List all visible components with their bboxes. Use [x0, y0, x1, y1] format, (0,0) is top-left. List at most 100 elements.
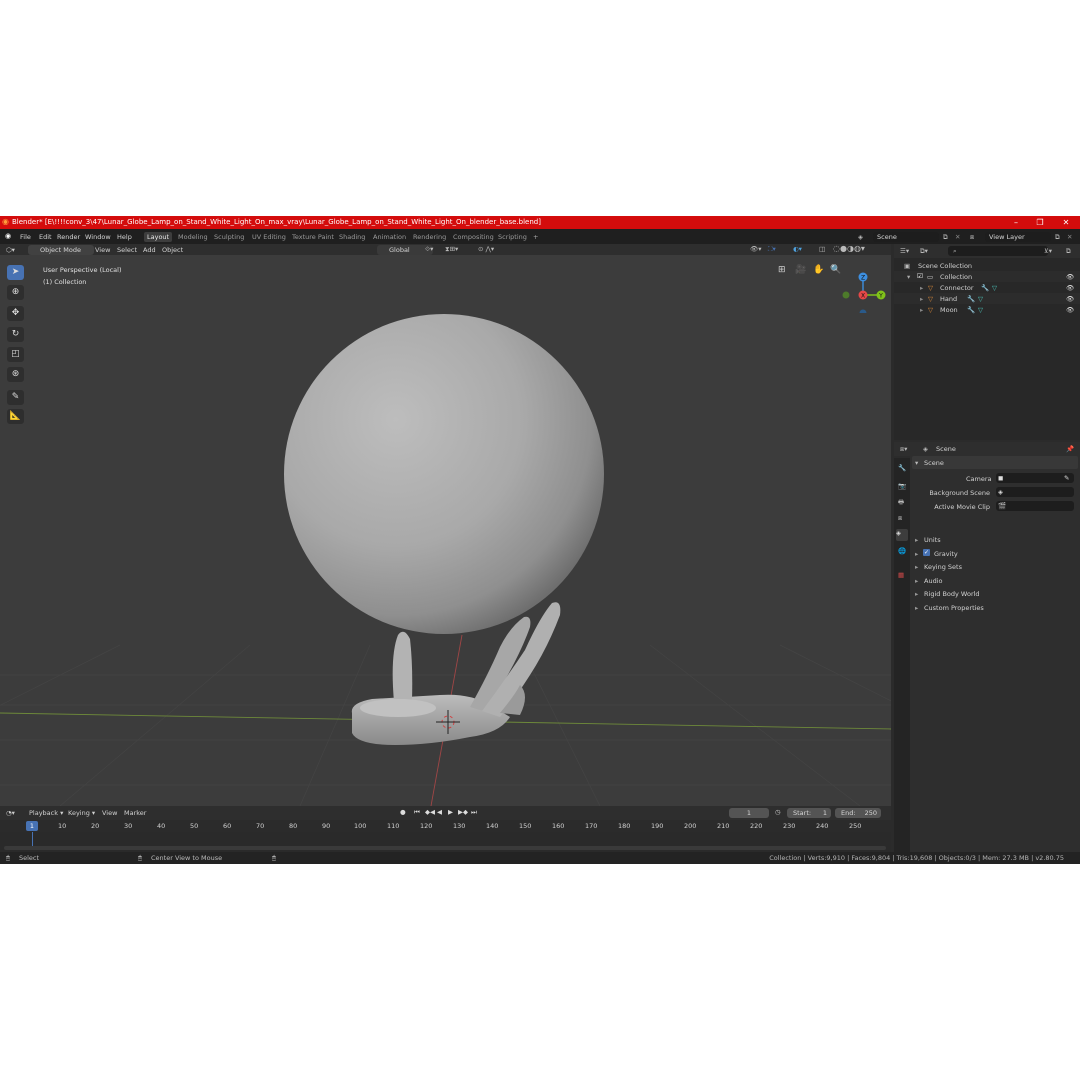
viewport-menu-add[interactable]: Add [143, 246, 156, 254]
end-frame-field[interactable]: End: 250 [835, 808, 881, 818]
menu-help[interactable]: Help [117, 233, 132, 241]
scene-panel-header[interactable]: ▾ Scene [912, 456, 1078, 469]
outliner-row-connector[interactable]: ▸ ▽ Connector 🔧 ▽ 👁 [894, 282, 1080, 293]
expand-chevron-icon[interactable]: ▸ [920, 284, 923, 292]
tab-layout[interactable]: Layout [144, 232, 173, 242]
tab-animation[interactable]: Animation [370, 232, 409, 242]
outliner-row-scene-collection[interactable]: ▣ Scene Collection [894, 260, 1080, 271]
move-tool-icon[interactable]: ✥ [7, 306, 24, 321]
jump-end-button[interactable]: ⏭ [471, 808, 477, 817]
mesh-data-icon[interactable]: ▽ [978, 295, 983, 303]
modifier-icon[interactable]: 🔧 [967, 306, 975, 314]
viewport-menu-view[interactable]: View [95, 246, 110, 254]
timeline-scrollbar[interactable] [4, 846, 886, 850]
viewport-menu-select[interactable]: Select [117, 246, 137, 254]
scene-tab-icon[interactable]: ◈ [896, 529, 908, 541]
transform-tool-icon[interactable]: ⊛ [7, 367, 24, 382]
new-view-layer-icon[interactable]: ⧉ [1055, 233, 1060, 242]
units-panel-header[interactable]: ▸ Units [912, 534, 1078, 546]
view-layer-selector[interactable]: View Layer [985, 232, 1051, 242]
pin-icon[interactable]: 📌 [1066, 445, 1074, 453]
scene-selector[interactable]: Scene [873, 232, 939, 242]
eyedropper-icon[interactable]: ✎ [1064, 474, 1069, 482]
timeline-editor-type-icon[interactable]: ◔▾ [6, 809, 15, 817]
tool-tab-icon[interactable]: 🔧 [898, 464, 906, 472]
select-box-tool-icon[interactable]: ➤ [7, 265, 24, 280]
shading-modes-icon[interactable]: ◌●◑◍▾ [833, 244, 865, 253]
play-button[interactable]: ▶ [448, 808, 453, 816]
start-frame-field[interactable]: Start: 1 [787, 808, 831, 818]
snap-icon[interactable]: ⧗⊞▾ [445, 245, 458, 254]
timeline-menu-view[interactable]: View [102, 809, 117, 817]
previous-keyframe-button[interactable]: ◆◀ [425, 808, 435, 816]
expand-chevron-icon[interactable]: ▾ [907, 273, 910, 281]
outliner-row-collection[interactable]: ▾ ☑ ▭ Collection 👁 [894, 271, 1080, 282]
display-mode-icon[interactable]: ⧉▾ [920, 247, 928, 256]
eye-icon[interactable]: 👁 [1066, 273, 1074, 281]
object-mode-dropdown[interactable]: Object Mode [28, 245, 94, 255]
collection-checkbox-icon[interactable]: ☑ [917, 272, 923, 280]
menu-file[interactable]: File [20, 233, 31, 241]
remove-scene-icon[interactable]: ✕ [955, 233, 960, 241]
maximize-button[interactable]: ❐ [1028, 216, 1052, 229]
tab-scripting[interactable]: Scripting [495, 232, 530, 242]
tab-modeling[interactable]: Modeling [175, 232, 211, 242]
moon-sphere-model[interactable] [284, 314, 604, 634]
tab-rendering[interactable]: Rendering [410, 232, 449, 242]
current-frame-field[interactable]: 1 [729, 808, 769, 818]
pan-view-icon[interactable]: ✋ [813, 265, 824, 275]
eye-icon[interactable]: 👁 [1066, 295, 1074, 303]
tab-shading[interactable]: Shading [336, 232, 368, 242]
custom-properties-panel-header[interactable]: ▸ Custom Properties [912, 602, 1078, 614]
3d-viewport[interactable]: User Perspective (Local) (1) Collection … [0, 255, 891, 806]
eye-icon[interactable]: 👁 [1066, 284, 1074, 292]
view-layer-tab-icon[interactable]: ⧈ [898, 514, 902, 523]
camera-view-icon[interactable]: 🎥 [795, 265, 806, 275]
gravity-panel-header[interactable]: ▸ ✓ Gravity [912, 548, 1078, 560]
pivot-point-icon[interactable]: ⟐▾ [425, 245, 433, 254]
expand-chevron-icon[interactable]: ▸ [920, 306, 923, 314]
jump-start-button[interactable]: ⏮ [414, 808, 420, 817]
world-tab-icon[interactable]: 🌐 [898, 547, 906, 555]
menu-render[interactable]: Render [57, 233, 80, 241]
menu-edit[interactable]: Edit [39, 233, 52, 241]
scale-tool-icon[interactable]: ◰ [7, 347, 24, 362]
toggle-view-grid-icon[interactable]: ⊞ [778, 265, 786, 275]
timeline-menu-keying[interactable]: Keying ▾ [68, 809, 95, 817]
modifier-icon[interactable]: 🔧 [967, 295, 975, 303]
tab-compositing[interactable]: Compositing [450, 232, 497, 242]
render-tab-icon[interactable]: 📷 [898, 482, 906, 490]
outliner-row-moon[interactable]: ▸ ▽ Moon 🔧 ▽ 👁 [894, 304, 1080, 315]
record-button[interactable]: ● [400, 808, 406, 816]
timeline-menu-playback[interactable]: Playback ▾ [29, 809, 63, 817]
mesh-data-icon[interactable]: ▽ [992, 284, 997, 292]
mesh-data-icon[interactable]: ▽ [978, 306, 983, 314]
blender-menu-icon[interactable]: ◉ [5, 232, 11, 240]
eye-icon[interactable]: 👁 [1066, 306, 1074, 314]
playhead-frame-label[interactable]: 1 [26, 821, 38, 831]
annotate-tool-icon[interactable]: ✎ [7, 390, 24, 405]
xray-icon[interactable]: ◫ [819, 245, 825, 253]
outliner-row-hand[interactable]: ▸ ▽ Hand 🔧 ▽ 👁 [894, 293, 1080, 304]
timeline-menu-marker[interactable]: Marker [124, 809, 146, 817]
overlay-toggle-icon[interactable]: ◐▾ [793, 245, 802, 253]
tab-texture-paint[interactable]: Texture Paint [289, 232, 337, 242]
outliner-editor-type-icon[interactable]: ☰▾ [900, 247, 909, 255]
texture-tab-icon[interactable]: ▦ [898, 571, 904, 579]
camera-field[interactable]: ◼ ✎ [996, 473, 1074, 483]
audio-panel-header[interactable]: ▸ Audio [912, 575, 1078, 587]
tab-uv-editing[interactable]: UV Editing [249, 232, 289, 242]
outliner-search-input[interactable]: ⌕ [948, 246, 1048, 256]
gizmo-toggle-icon[interactable]: ⛶▾ [768, 245, 776, 254]
keying-sets-panel-header[interactable]: ▸ Keying Sets [912, 561, 1078, 573]
rigid-body-world-panel-header[interactable]: ▸ Rigid Body World [912, 588, 1078, 600]
tab-sculpting[interactable]: Sculpting [211, 232, 247, 242]
visibility-icon[interactable]: 👁▾ [750, 245, 762, 253]
menu-window[interactable]: Window [85, 233, 111, 241]
editor-type-icon[interactable]: ⬡▾ [6, 246, 15, 254]
minimize-button[interactable]: – [1004, 216, 1028, 229]
next-keyframe-button[interactable]: ▶◆ [458, 808, 468, 816]
frame-ruler[interactable]: 1 10 20 30 40 50 60 70 80 90 100 110 120… [0, 820, 891, 832]
properties-editor-type-icon[interactable]: ⧈▾ [900, 445, 907, 454]
active-movie-clip-field[interactable]: 🎬 [996, 501, 1074, 511]
